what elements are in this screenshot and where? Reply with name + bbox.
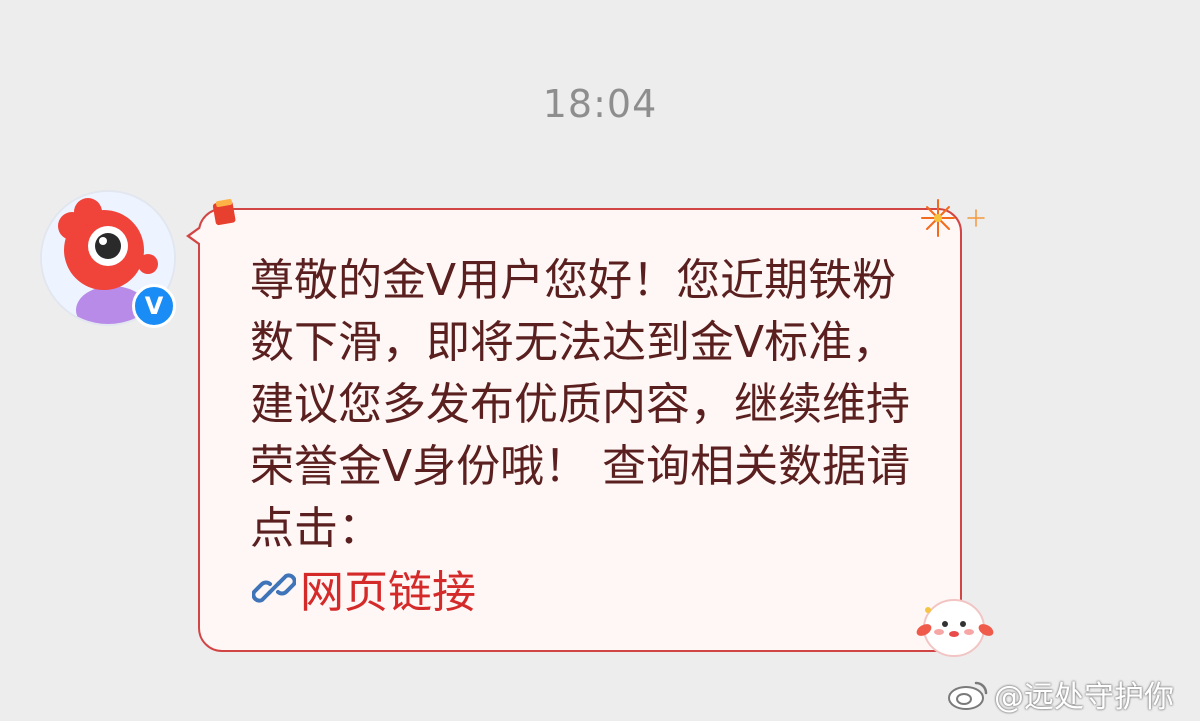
watermark: @远处守护你 [946, 672, 1174, 716]
watermark-text: @远处守护你 [994, 680, 1174, 715]
message-timestamp: 18:04 [542, 82, 658, 126]
fireworks-icon [921, 199, 985, 237]
red-envelope-icon [212, 198, 236, 226]
mascot-sticker-icon [916, 599, 994, 657]
verified-badge: V [132, 284, 176, 328]
weibo-logo-icon [948, 681, 988, 710]
web-link[interactable]: 网页链接 [252, 556, 476, 620]
message-text: 尊敬的金V用户您好！您近期铁粉数下滑，即将无法达到金V标准，建议您多发布优质内容… [250, 255, 911, 554]
link-label[interactable]: 网页链接 [300, 556, 476, 620]
link-icon [252, 573, 296, 603]
